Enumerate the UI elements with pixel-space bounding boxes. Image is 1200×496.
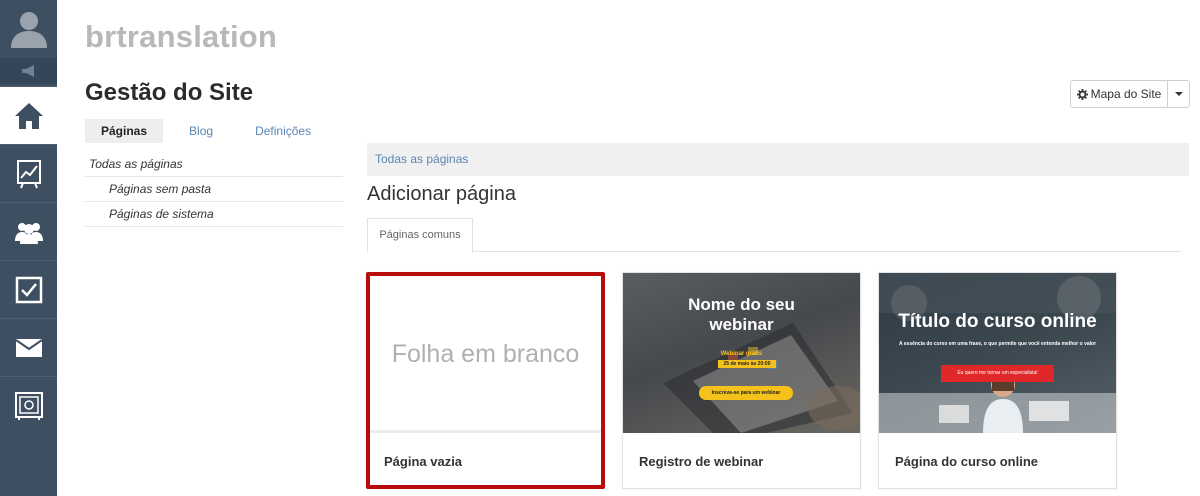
sidebar-item-email[interactable] — [0, 318, 57, 376]
chart-icon — [16, 159, 41, 188]
template-card-course[interactable]: Título do curso online A essência do cur… — [878, 272, 1117, 489]
sidebar-item-contacts[interactable] — [0, 202, 57, 260]
user-avatar-icon — [10, 12, 47, 48]
thumbnail-title: Título do curso online — [898, 311, 1097, 332]
course-photo-image — [879, 273, 1116, 433]
mail-icon — [14, 338, 43, 357]
folder-all-pages[interactable]: Todas as páginas — [85, 152, 343, 177]
folder-list: Todas as páginas Páginas sem pasta Págin… — [85, 152, 343, 227]
users-icon — [14, 222, 43, 244]
chevron-down-icon — [1174, 92, 1183, 96]
section-title: Adicionar página — [367, 183, 516, 205]
avatar[interactable] — [0, 0, 57, 56]
thumbnail-text: Folha em branco — [391, 339, 580, 368]
safe-icon — [14, 391, 43, 420]
sitemap-button[interactable]: Mapa do Site — [1071, 81, 1168, 107]
thumbnail-subtitle: A essência do curso em uma frase, o que … — [898, 341, 1097, 347]
thumbnail-subtitle: Webinar grátis — [720, 351, 763, 357]
tab-common-pages[interactable]: Páginas comuns — [367, 218, 473, 253]
account-name: brtranslation — [85, 19, 278, 54]
sitemap-dropdown-toggle[interactable] — [1168, 81, 1189, 107]
announcements-button[interactable] — [0, 58, 57, 84]
tab-pages[interactable]: Páginas — [85, 119, 164, 143]
checkbox-icon — [15, 276, 42, 303]
template-card-blank[interactable]: Folha em branco Página vazia — [366, 272, 605, 489]
template-name: Página vazia — [384, 454, 463, 469]
sidebar-item-safe[interactable] — [0, 376, 57, 434]
main-tabs: Páginas Blog Definições — [85, 119, 337, 143]
thumbnail-title: Nome do seu webinar — [688, 295, 795, 334]
template-name: Registro de webinar — [639, 454, 764, 469]
sidebar — [0, 0, 57, 496]
sidebar-item-stats[interactable] — [0, 144, 57, 202]
thumbnail-cta: Inscreva-se para um webinar — [699, 386, 793, 400]
template-thumbnail: Folha em branco — [370, 276, 601, 433]
page-title: Gestão do Site — [85, 79, 254, 106]
breadcrumb-link[interactable]: Todas as páginas — [375, 152, 468, 166]
thumbnail-date: 25 de maio às 20:00 — [718, 360, 776, 368]
sidebar-item-home[interactable] — [0, 86, 57, 144]
tab-settings[interactable]: Definições — [239, 119, 327, 143]
template-thumbnail: Nome do seu webinar Webinar grátis 25 de… — [623, 273, 860, 433]
template-tabs: Páginas comuns — [367, 218, 1181, 253]
thumbnail-cta: Eu quero me tornar um especialista! — [941, 365, 1054, 382]
gear-icon — [1076, 88, 1088, 100]
tab-blog[interactable]: Blog — [173, 119, 229, 143]
breadcrumb: Todas as páginas — [367, 143, 1189, 176]
home-icon — [14, 102, 43, 129]
folder-system-pages[interactable]: Páginas de sistema — [85, 202, 343, 227]
template-card-webinar[interactable]: Nome do seu webinar Webinar grátis 25 de… — [622, 272, 861, 489]
speaker-icon — [21, 65, 34, 77]
sitemap-button-label: Mapa do Site — [1090, 87, 1162, 101]
template-name: Página do curso online — [895, 454, 1039, 469]
template-thumbnail: Título do curso online A essência do cur… — [879, 273, 1116, 433]
sidebar-item-tasks[interactable] — [0, 260, 57, 318]
sitemap-button-group: Mapa do Site — [1070, 80, 1190, 108]
folder-unfiled-pages[interactable]: Páginas sem pasta — [85, 177, 343, 202]
